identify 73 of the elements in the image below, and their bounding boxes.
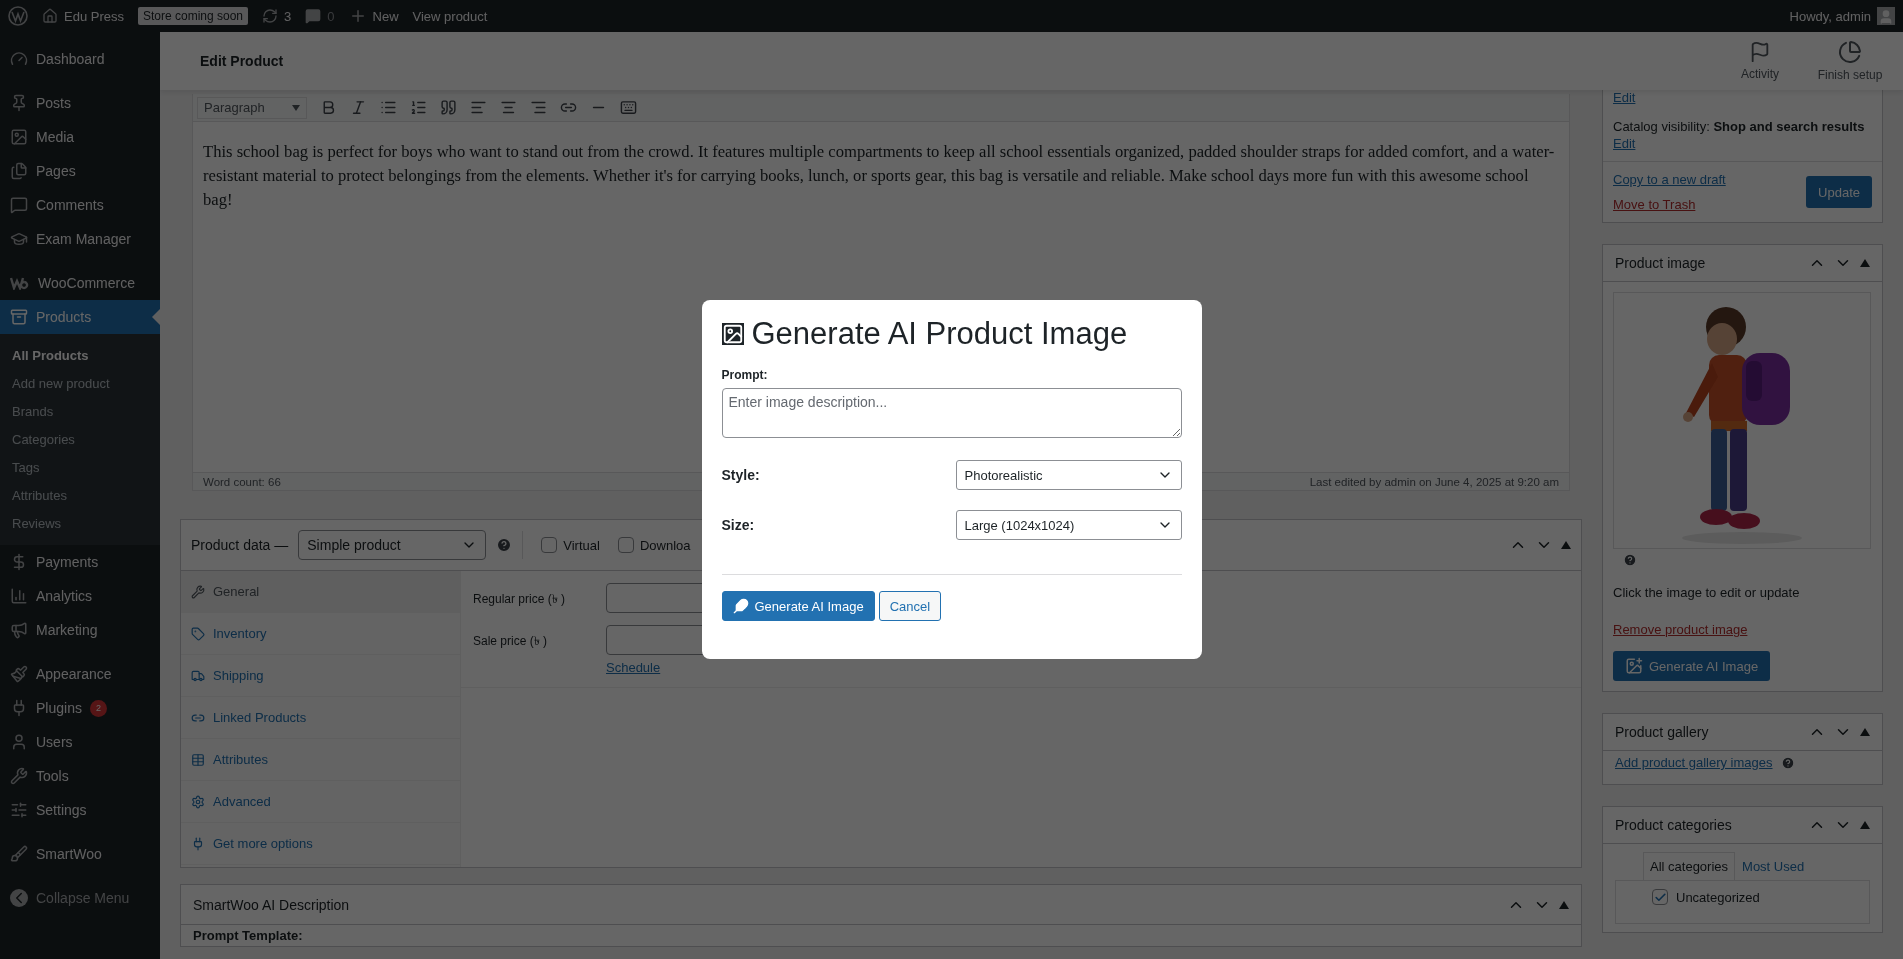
menu-item[interactable]: Analytics (0, 579, 160, 613)
category-tab[interactable]: All categories (1643, 852, 1736, 880)
category-tab[interactable]: Most Used (1735, 852, 1812, 880)
panel-title: Product image (1615, 255, 1706, 271)
schedule-link[interactable]: Schedule (606, 660, 994, 675)
account-menu[interactable]: Howdy, admin (1789, 7, 1895, 25)
store-status-badge[interactable]: Store coming soon (138, 7, 249, 25)
product-data-tab[interactable]: Inventory (181, 613, 460, 655)
menu-item[interactable]: Pages (0, 154, 160, 188)
page-title: Edit Product (200, 53, 285, 69)
product-data-tab[interactable]: Shipping (181, 655, 460, 697)
field-label: Style: (721, 467, 761, 483)
menu-item[interactable]: Products (0, 300, 160, 334)
product-data-tab[interactable]: Get more options (181, 823, 460, 865)
site-link[interactable]: Edu Press (42, 8, 124, 24)
catalog-visibility: Catalog visibility: Shop and search results (1613, 119, 1865, 134)
menu-item[interactable]: Payments (0, 545, 160, 579)
menu-item[interactable]: Exam Manager (0, 222, 160, 256)
menu-item[interactable]: SmartWoo (0, 837, 160, 871)
menu-item[interactable]: Media (0, 120, 160, 154)
menu-item[interactable]: Dashboard (0, 42, 160, 76)
trash-link[interactable]: Move to Trash (1613, 197, 1696, 212)
update-button[interactable]: Update (1806, 176, 1872, 208)
prompt-template-label: Prompt Template: (192, 927, 304, 945)
header-action[interactable]: Finish setup (1805, 40, 1895, 82)
editor-text[interactable]: This school bag is perfect for boys who want to stand out from the crowd. It features multiple compartments to keep all school essentials organized, padded shoulder straps for added comfort, and a water-resistant material to protect belongings from the elements. Whether it's for carrying books, lunch, or sports gear, this bag is versatile and reliable. Make school days more fun with this awesome school bag! (203, 140, 1559, 212)
edit-link[interactable]: Edit (1613, 90, 1636, 105)
menu-item[interactable]: Tools (0, 759, 160, 793)
generate-button[interactable]: Generate AI Image (721, 591, 875, 621)
option-checkbox[interactable]: Virtual (541, 537, 600, 553)
product-data-tab[interactable]: General (181, 571, 460, 613)
product-data-tab[interactable]: Advanced (181, 781, 460, 823)
submenu-item[interactable]: All Products (0, 341, 160, 369)
copy-draft-link[interactable]: Copy to a new draft (1613, 172, 1726, 187)
collapse-menu-button[interactable]: Collapse Menu (0, 881, 160, 915)
menu-item[interactable]: Posts (0, 86, 160, 120)
field-label: Sale price (৳ ) (473, 633, 549, 650)
menu-item[interactable]: Comments (0, 188, 160, 222)
field-label: Size: (721, 517, 756, 533)
remove-image-link[interactable]: Remove product image (1613, 622, 1748, 637)
format-select[interactable]: Paragraph (197, 96, 307, 119)
field-label: Regular price (৳ ) (473, 591, 567, 608)
new-link[interactable]: New (348, 7, 399, 25)
panel-title: Product data — (191, 537, 289, 553)
option-checkbox[interactable]: Downloa (617, 537, 691, 553)
edit-link[interactable]: Edit (1613, 136, 1636, 151)
product-type-select[interactable]: Simple product (298, 530, 487, 560)
menu-item[interactable]: WooCommerce (0, 266, 160, 300)
menu-item[interactable]: Marketing (0, 613, 160, 647)
panel-title: Product gallery (1615, 724, 1709, 740)
cancel-button[interactable]: Cancel (878, 591, 942, 621)
dropdown[interactable]: Large (1024x1024) (955, 510, 1182, 540)
prompt-label: Prompt: (721, 368, 769, 382)
menu-item[interactable]: Settings (0, 793, 160, 827)
dialog-title: Generate AI Product Image (721, 316, 1182, 352)
panel-title: Product categories (1615, 817, 1732, 833)
header-action[interactable]: Activity (1715, 41, 1805, 81)
updates-link[interactable]: 3 (262, 8, 292, 24)
view-product-link[interactable]: View product (412, 8, 488, 24)
add-gallery-link[interactable]: Add product gallery images (1615, 755, 1773, 770)
product-data-tab[interactable]: Attributes (181, 739, 460, 781)
prompt-field[interactable]: Enter image description... (721, 388, 1182, 438)
menu-item[interactable]: Plugins 2 (0, 691, 160, 725)
product-data-tab[interactable]: Linked Products (181, 697, 460, 739)
last-edited: Last edited by admin on June 4, 2025 at 9:20 am (1309, 475, 1559, 488)
image-hint: Click the image to edit or update (1613, 585, 1800, 600)
count-badge: 2 (89, 699, 107, 717)
panel-title: SmartWoo AI Description (193, 896, 350, 913)
menu-item[interactable]: Users (0, 725, 160, 759)
word-count: Word count: 66 (203, 475, 281, 488)
dropdown[interactable]: Photorealistic (955, 460, 1182, 490)
menu-item[interactable]: Appearance (0, 657, 160, 691)
generate-image-button[interactable]: Generate AI Image (1613, 651, 1771, 681)
